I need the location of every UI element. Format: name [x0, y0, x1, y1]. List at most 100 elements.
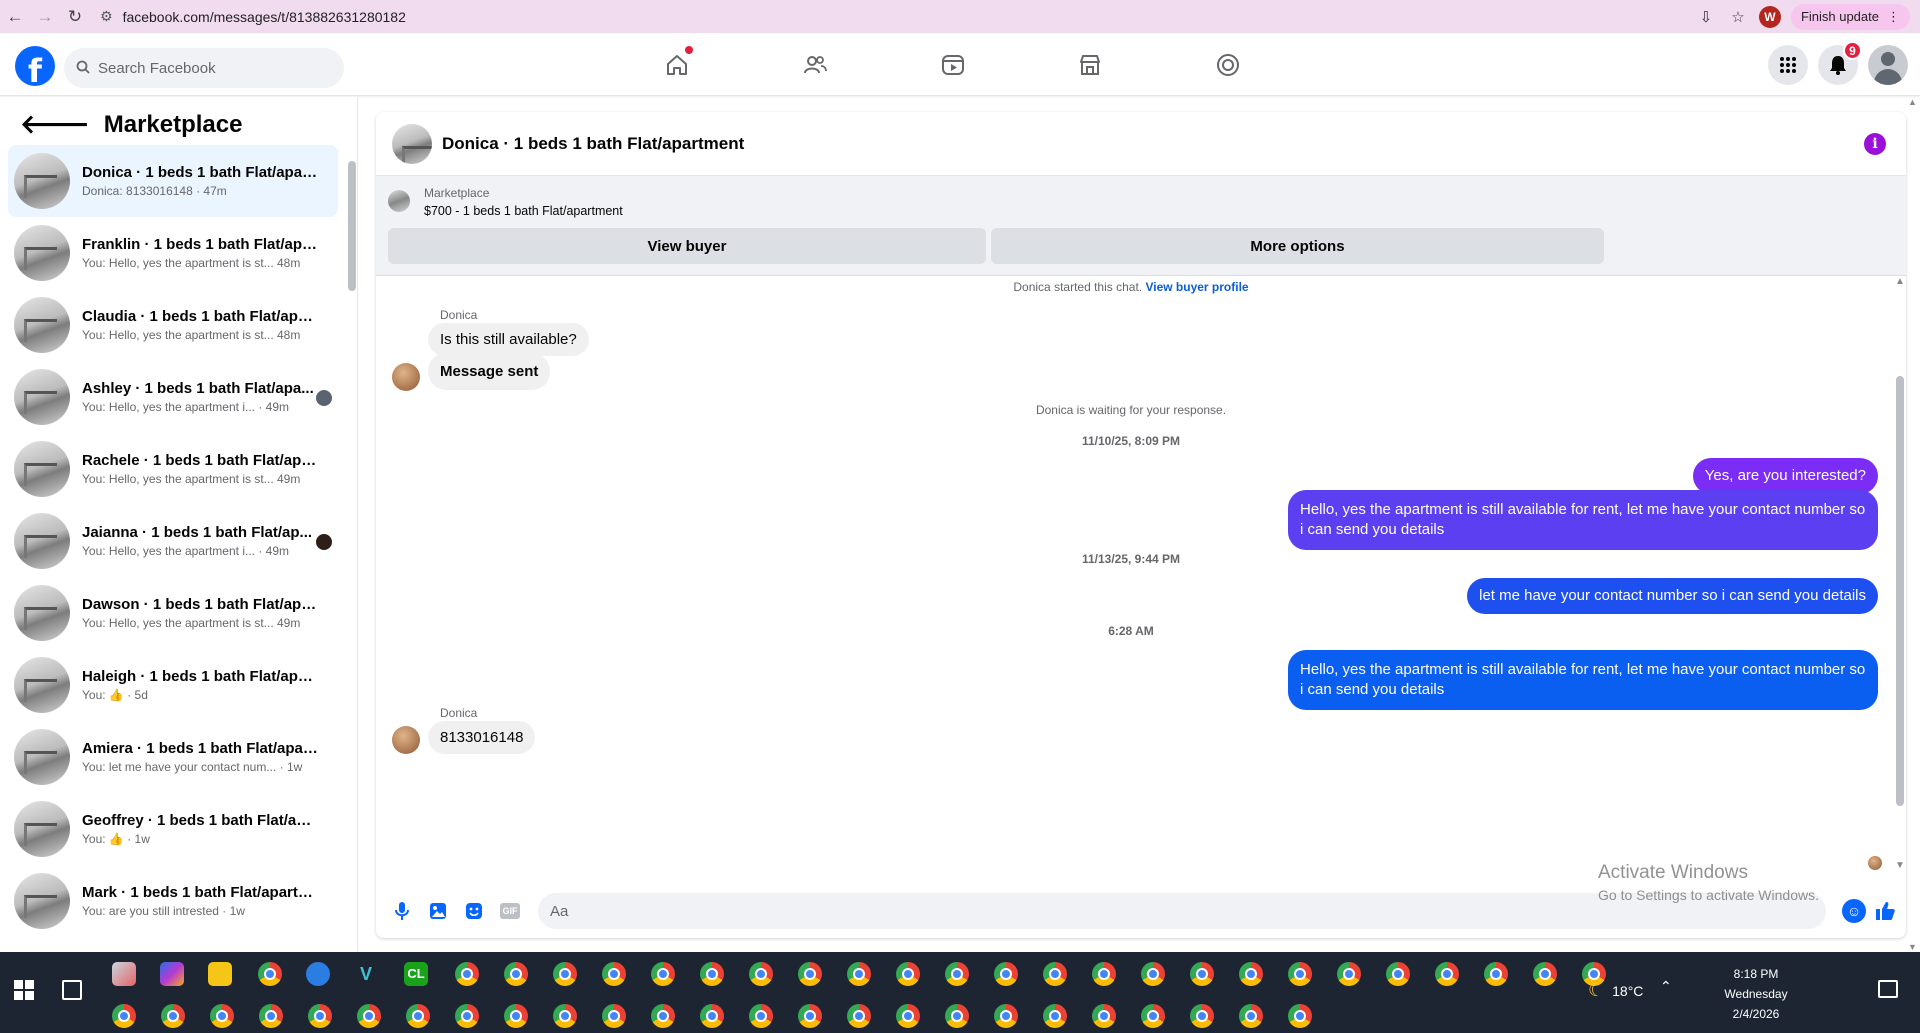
chrome-profile-icon[interactable] [504, 962, 528, 986]
chrome-profile-icon[interactable] [1239, 1004, 1263, 1028]
install-app-icon[interactable]: ⇩ [1695, 6, 1717, 28]
chrome-profile-icon[interactable] [798, 1004, 822, 1028]
more-options-button[interactable]: More options [991, 228, 1604, 264]
address-bar[interactable]: ⚙ facebook.com/messages/t/81388263128018… [100, 4, 1670, 30]
site-info-icon[interactable]: ⚙ [100, 8, 113, 25]
chrome-profile-icon[interactable] [749, 962, 773, 986]
notifications-bell-icon[interactable]: 9 [1818, 41, 1862, 85]
view-buyer-profile-link[interactable]: View buyer profile [1145, 280, 1248, 294]
notification-center-icon[interactable] [1878, 980, 1898, 998]
sidebar-scrollbar[interactable] [348, 161, 356, 291]
chrome-app-icon[interactable] [258, 962, 282, 986]
marketplace-nav-icon[interactable] [1060, 33, 1120, 96]
sticker-icon[interactable] [462, 899, 486, 923]
chrome-profile-icon[interactable] [1533, 962, 1557, 986]
conversation-item[interactable]: Franklin · 1 beds 1 bath Flat/apar... You… [8, 217, 338, 289]
chat-title[interactable]: Donica · 1 beds 1 bath Flat/apartment [442, 134, 744, 154]
copilot-app-icon[interactable] [160, 962, 184, 986]
chrome-profile-icon[interactable] [1190, 1004, 1214, 1028]
chrome-profile-icon[interactable] [406, 1004, 430, 1028]
chrome-profile-icon[interactable] [1092, 962, 1116, 986]
browser-profile-avatar[interactable]: W [1758, 5, 1781, 28]
page-scrollbar[interactable]: ▲ ▼ [1904, 97, 1920, 952]
account-avatar[interactable] [1868, 45, 1908, 85]
conversation-item[interactable]: Amiera · 1 beds 1 bath Flat/apart... You:… [8, 721, 338, 793]
chrome-profile-icon[interactable] [896, 1004, 920, 1028]
outgoing-message[interactable]: let me have your contact number so i can… [1467, 578, 1878, 614]
chrome-profile-icon[interactable] [1190, 962, 1214, 986]
outgoing-message[interactable]: Yes, are you interested? [1692, 458, 1878, 494]
video-nav-icon[interactable] [923, 33, 983, 96]
conversation-item[interactable]: Haleigh · 1 beds 1 bath Flat/apar... You:… [8, 649, 338, 721]
chrome-profile-icon[interactable] [602, 1004, 626, 1028]
chrome-profile-icon[interactable] [357, 1004, 381, 1028]
page-scroll-up-icon[interactable]: ▲ [1908, 97, 1917, 107]
chrome-profile-icon[interactable] [994, 1004, 1018, 1028]
conversation-item[interactable]: Claudia · 1 beds 1 bath Flat/apar... You:… [8, 289, 338, 361]
chrome-profile-icon[interactable] [504, 1004, 528, 1028]
chat-listing-thumbnail[interactable] [392, 123, 432, 164]
file-explorer-icon[interactable] [208, 962, 232, 986]
friends-nav-icon[interactable] [785, 33, 845, 96]
menu-grid-icon[interactable] [1768, 45, 1808, 85]
chrome-profile-icon[interactable] [700, 962, 724, 986]
gif-icon[interactable]: GIF [498, 899, 522, 923]
chrome-profile-icon[interactable] [1337, 962, 1361, 986]
sender-avatar[interactable] [392, 363, 420, 391]
incoming-message[interactable]: Message sent [428, 353, 551, 390]
chrome-profile-icon[interactable] [455, 1004, 479, 1028]
chrome-profile-icon[interactable] [945, 962, 969, 986]
chrome-profile-icon[interactable] [112, 1004, 136, 1028]
messaging-app-icon[interactable] [306, 962, 330, 986]
conversation-item[interactable]: Rachele · 1 beds 1 bath Flat/apar... You:… [8, 433, 338, 505]
show-hidden-icons-icon[interactable]: ⌃ [1660, 978, 1672, 995]
chrome-profile-icon[interactable] [651, 1004, 675, 1028]
chrome-profile-icon[interactable] [1092, 1004, 1116, 1028]
chrome-profile-icon[interactable] [210, 1004, 234, 1028]
chrome-profile-icon[interactable] [602, 962, 626, 986]
outgoing-message[interactable]: Hello, yes the apartment is still availa… [1288, 490, 1878, 550]
chrome-profile-icon[interactable] [700, 1004, 724, 1028]
paint-app-icon[interactable] [112, 962, 136, 986]
conversation-item[interactable]: Dawson · 1 beds 1 bath Flat/apar... You: … [8, 577, 338, 649]
photo-icon[interactable] [426, 899, 450, 923]
search-input[interactable]: Search Facebook [64, 48, 344, 88]
facebook-logo-icon[interactable]: f [15, 46, 55, 86]
emoji-icon[interactable]: ☺ [1842, 899, 1866, 923]
chrome-profile-icon[interactable] [308, 1004, 332, 1028]
cl-app-icon[interactable]: CL [404, 962, 428, 986]
weather-widget[interactable]: ☾ 18°C [1588, 980, 1643, 1001]
conversation-item[interactable]: Jaianna · 1 beds 1 bath Flat/ap... You: H… [8, 505, 338, 577]
info-icon[interactable]: i [1864, 133, 1886, 155]
clock[interactable]: 8:18 PM Wednesday 2/4/2026 [1716, 964, 1796, 1024]
conversation-item[interactable]: Ashley · 1 beds 1 bath Flat/apa... You: H… [8, 361, 338, 433]
home-nav-icon[interactable] [647, 33, 707, 96]
listing-title[interactable]: $700 - 1 beds 1 bath Flat/apartment [424, 204, 623, 218]
gaming-nav-icon[interactable] [1198, 33, 1258, 96]
chrome-profile-icon[interactable] [896, 962, 920, 986]
incoming-message[interactable]: 8133016148 [428, 721, 536, 754]
reload-icon[interactable]: ↻ [60, 2, 90, 32]
task-view-icon[interactable] [62, 980, 82, 1000]
outgoing-message[interactable]: Hello, yes the apartment is still availa… [1288, 650, 1878, 710]
chrome-profile-icon[interactable] [749, 1004, 773, 1028]
chrome-profile-icon[interactable] [945, 1004, 969, 1028]
chrome-profile-icon[interactable] [994, 962, 1018, 986]
bookmark-star-icon[interactable]: ☆ [1727, 6, 1749, 28]
sender-avatar[interactable] [392, 726, 420, 754]
back-icon[interactable]: ← [0, 2, 30, 32]
chrome-profile-icon[interactable] [1386, 962, 1410, 986]
forward-icon[interactable]: → [30, 2, 60, 32]
microphone-icon[interactable] [390, 899, 414, 923]
chrome-profile-icon[interactable] [1435, 962, 1459, 986]
chrome-profile-icon[interactable] [161, 1004, 185, 1028]
chrome-profile-icon[interactable] [259, 1004, 283, 1028]
chrome-profile-icon[interactable] [1043, 962, 1067, 986]
chrome-profile-icon[interactable] [553, 1004, 577, 1028]
view-buyer-button[interactable]: View buyer [388, 228, 986, 264]
chat-scrollbar[interactable] [1896, 376, 1904, 806]
conversation-item[interactable]: Mark · 1 beds 1 bath Flat/apartm... You: … [8, 865, 338, 937]
chrome-profile-icon[interactable] [1043, 1004, 1067, 1028]
chrome-profile-icon-active[interactable] [847, 962, 871, 986]
chrome-profile-icon[interactable] [651, 962, 675, 986]
